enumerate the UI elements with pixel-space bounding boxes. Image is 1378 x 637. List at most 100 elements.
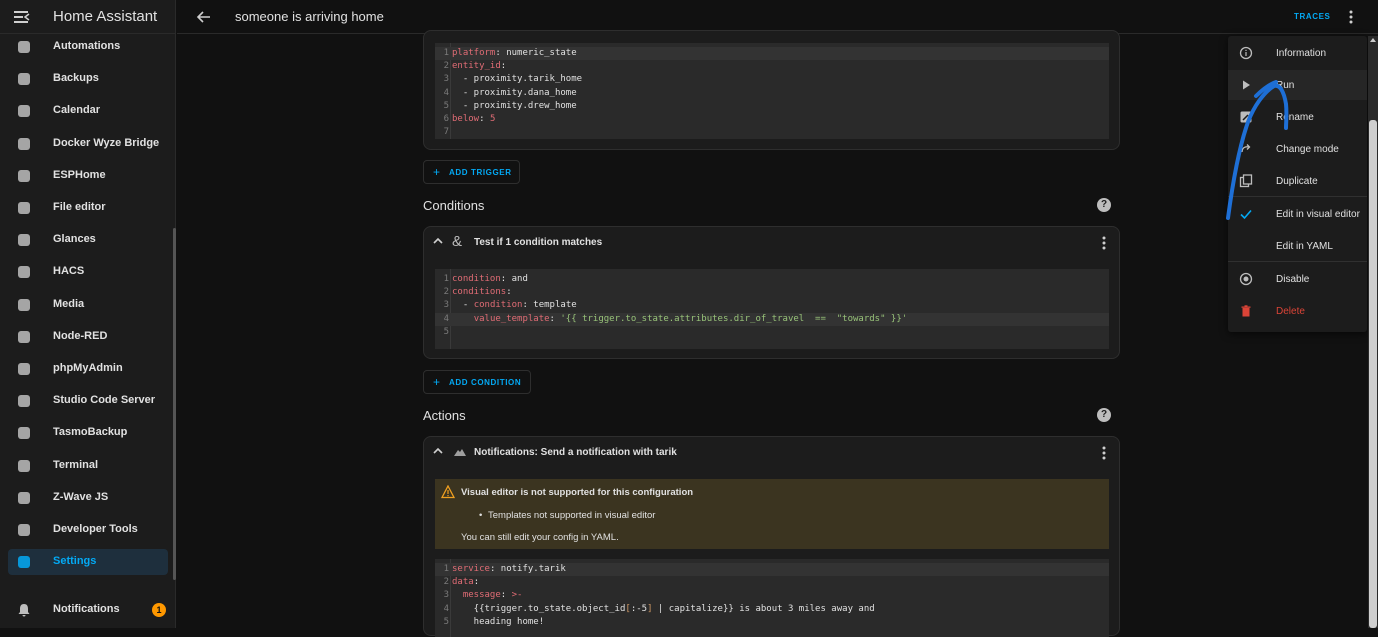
menu-item-delete[interactable]: Delete [1228,296,1367,326]
plus-icon: + [433,165,441,179]
menu-item-information[interactable]: Information [1228,38,1367,68]
add-condition-button[interactable]: + ADD CONDITION [423,370,531,394]
line-number: 5 [443,100,449,111]
sidebar-item-automations[interactable]: Automations [8,34,168,60]
menu-item-edit-in-visual-editor[interactable]: Edit in visual editor [1228,199,1367,229]
trigger-yaml-editor[interactable]: 1 platform: numeric_state 2 entity_id: 3 - p… [435,43,1109,139]
code-text: value_template: '{{ trigger.to_state.att… [473,313,908,324]
scrollbar-thumb[interactable] [1369,120,1377,628]
line-number: 5 [443,326,449,337]
sidebar-item-glances[interactable]: Glances [8,227,168,253]
menu-collapse-icon[interactable] [12,9,32,25]
sidebar-item-hacs[interactable]: HACS [8,259,168,285]
code-line[interactable]: 1 service: notify.tarik [435,563,1109,576]
code-line[interactable]: 4 - proximity.dana_home [435,87,1109,100]
esphome-icon [16,168,32,184]
sidebar-item-esphome[interactable]: ESPHome [8,163,168,189]
sidebar-item-settings[interactable]: Settings [8,549,168,576]
sidebar-item-label: Notifications [53,603,120,615]
app-title: Home Assistant [53,8,158,25]
bell-icon [18,604,30,617]
scroll-up-arrow-icon[interactable] [1370,38,1376,42]
sidebar-item-media[interactable]: Media [8,292,168,318]
code-line[interactable]: 5 heading home! [435,616,1109,629]
code-line[interactable]: 5 [435,326,1109,339]
menu-item-change-mode[interactable]: Change mode [1228,134,1367,164]
sidebar-item-file-editor[interactable]: File editor [8,195,168,221]
sidebar-item-label: Docker Wyze Bridge [53,136,160,149]
code-line[interactable]: 2 conditions: [435,286,1109,299]
code-text: data: [452,577,480,588]
sidebar-item-terminal[interactable]: Terminal [8,453,168,479]
more-vert-icon[interactable] [1098,235,1110,251]
menu-item-label: Edit in visual editor [1276,209,1360,220]
add-trigger-button[interactable]: + ADD TRIGGER [423,160,520,184]
action-card-header[interactable]: Notifications: Send a notification with … [424,437,1119,467]
condition-yaml-editor[interactable]: 1 condition: and 2 conditions: 3 - condition… [435,269,1109,349]
sidebar-item-node-red[interactable]: Node-RED [8,324,168,350]
warning-title: Visual editor is not supported for this … [461,487,694,498]
action-yaml-editor[interactable]: 1 service: notify.tarik 2 data: 3 message: >… [435,559,1109,637]
sidebar-scrollbar[interactable] [173,228,176,580]
code-line[interactable]: 3 - condition: template [435,299,1109,312]
code-text: - proximity.tarik_home [452,74,583,85]
line-number: 1 [443,48,449,58]
calendar-icon [16,103,32,119]
sidebar-item-z-wave-js[interactable]: Z-Wave JS [8,485,168,511]
code-line[interactable]: 1 condition: and [435,273,1109,286]
zwave-icon [16,490,32,506]
main-scrollbar[interactable] [1368,36,1378,628]
trash-icon [1241,305,1251,317]
sidebar-item-backups[interactable]: Backups [8,66,168,92]
back-arrow-icon[interactable] [195,8,213,26]
ampersand-icon: & [452,233,463,250]
menu-item-label: Run [1276,80,1295,91]
code-line[interactable]: 3 message: >- [435,589,1109,602]
database-icon [16,361,32,377]
sidebar-item-label: Z-Wave JS [53,490,109,503]
more-vert-icon[interactable] [1345,9,1357,25]
store-icon [16,264,32,280]
code-line[interactable]: 2 entity_id: [435,60,1109,73]
code-line[interactable]: 6 below: 5 [435,113,1109,126]
code-text: heading home! [452,616,545,627]
sidebar-item-tasmobackup[interactable]: TasmoBackup [8,420,168,446]
help-icon[interactable]: ? [1097,198,1111,212]
code-line[interactable]: 4 {{trigger.to_state.object_id[:-5] | ca… [435,603,1109,616]
condition-card-header[interactable]: & Test if 1 condition matches [424,227,1119,257]
action-card-title: Notifications: Send a notification with … [474,447,677,458]
code-line[interactable]: 7 [435,126,1109,139]
line-number: 1 [443,564,449,574]
help-icon[interactable]: ? [1097,408,1111,422]
sidebar-item-phpmyadmin[interactable]: phpMyAdmin [8,356,168,382]
trigger-card: 1 platform: numeric_state 2 entity_id: 3 - p… [423,30,1120,150]
sidebar-item-developer-tools[interactable]: Developer Tools [8,517,168,543]
menu-item-label: Information [1276,48,1327,59]
more-vert-icon[interactable] [1098,445,1110,461]
chevron-up-icon[interactable] [433,236,443,246]
menu-item-rename[interactable]: Rename [1228,102,1367,132]
menu-item-edit-in-yaml[interactable]: Edit in YAML [1228,231,1367,261]
menu-item-run[interactable]: Run [1228,70,1367,100]
sidebar-item-calendar[interactable]: Calendar [8,98,168,124]
code-line[interactable]: 5 - proximity.drew_home [435,100,1109,113]
code-line[interactable]: 3 - proximity.tarik_home [435,73,1109,86]
traces-button[interactable]: TRACES [1294,12,1331,21]
gauge-icon [16,232,32,248]
sidebar-item-label: Backups [53,72,99,85]
menu-item-disable[interactable]: Disable [1228,264,1367,294]
plus-icon: + [433,375,441,389]
code-line[interactable]: 4 value_template: '{{ trigger.to_state.a… [435,312,1109,326]
sidebar-item-notifications[interactable]: Notifications 1 [8,597,168,623]
notification-count-badge: 1 [152,603,166,617]
chevron-up-icon[interactable] [433,446,443,456]
code-line[interactable]: 2 data: [435,576,1109,589]
warning-bullet: Templates not supported in visual editor [479,510,655,521]
code-text: {{trigger.to_state.object_id[:-5] | capi… [452,603,875,614]
code-line[interactable]: 1 platform: numeric_state [435,47,1109,60]
menu-item-duplicate[interactable]: Duplicate [1228,166,1367,196]
sidebar-item-studio-code-server[interactable]: Studio Code Server [8,388,168,414]
sidebar-item-docker-wyze-bridge[interactable]: Docker Wyze Bridge [8,131,168,157]
line-number: 4 [443,603,449,614]
menu-item-label: Change mode [1276,144,1339,155]
